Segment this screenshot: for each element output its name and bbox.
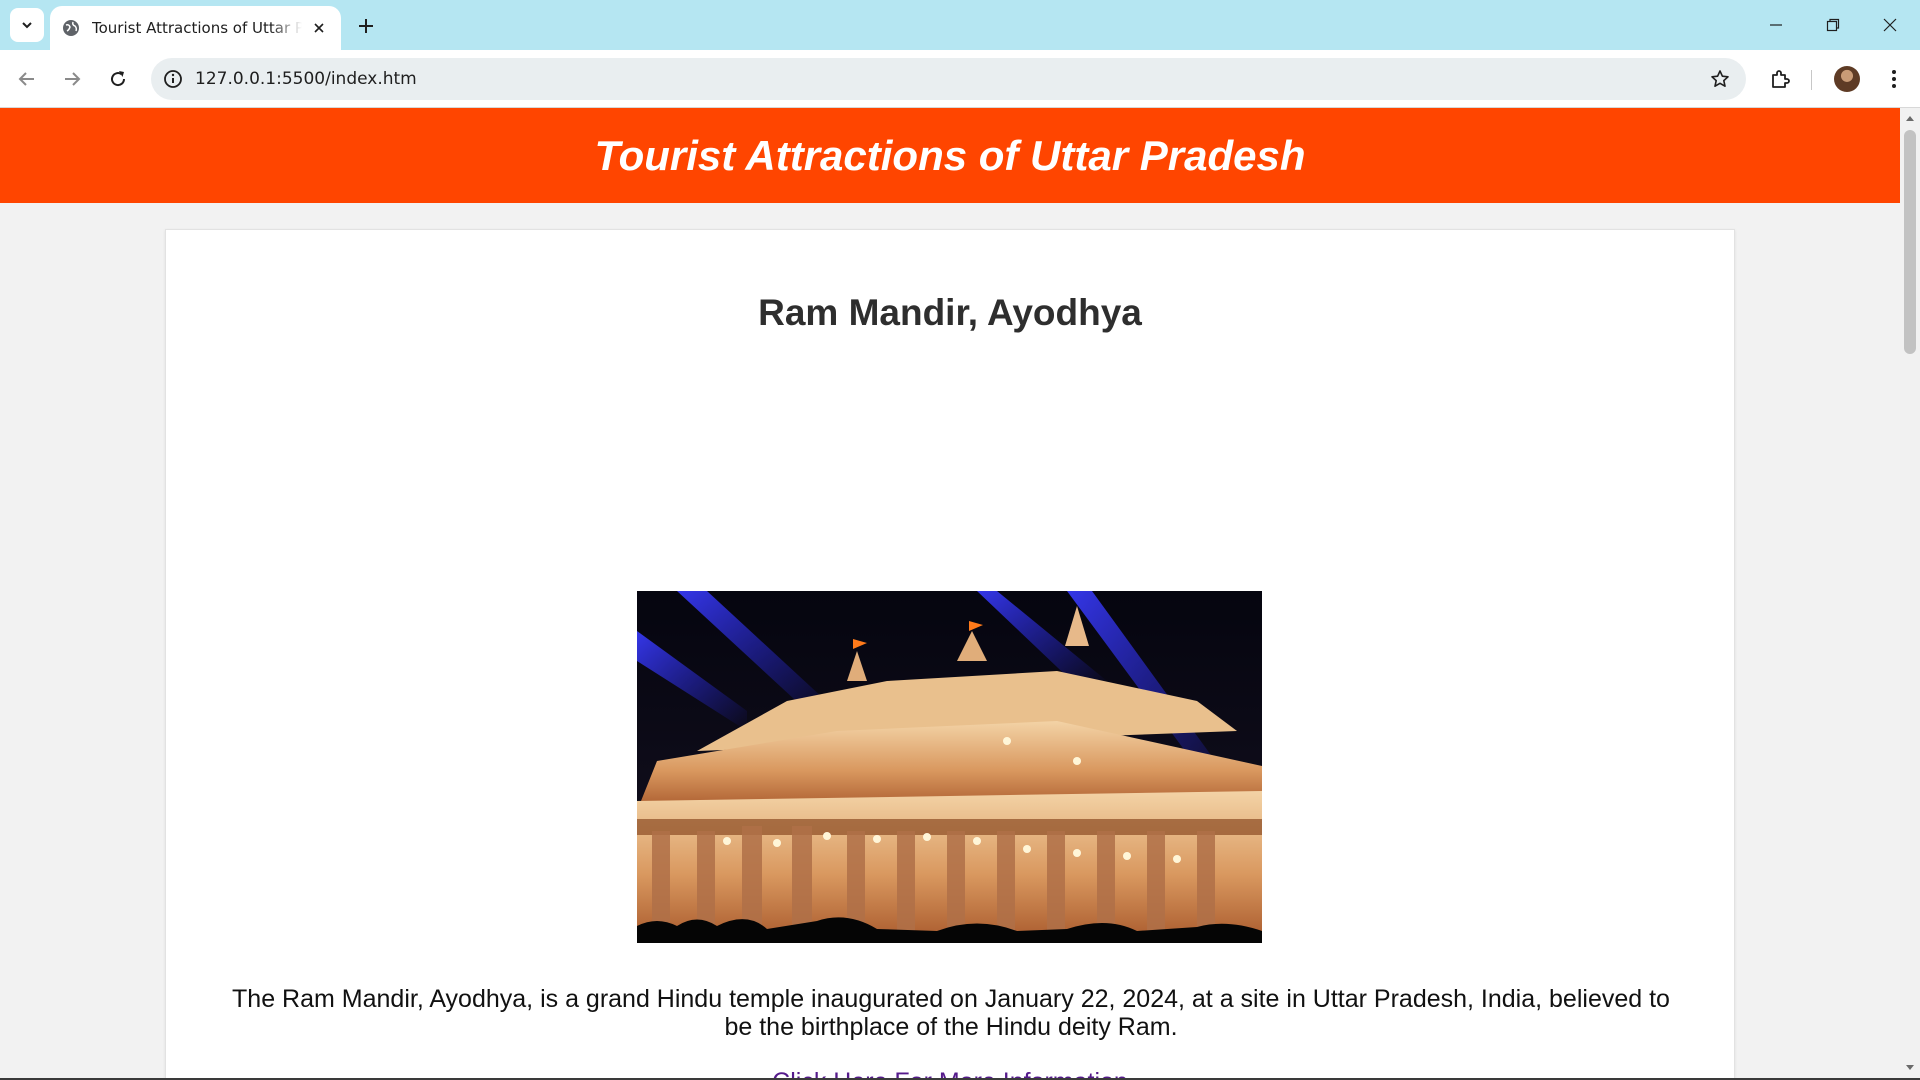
reload-icon <box>111 71 126 87</box>
address-bar[interactable]: 127.0.0.1:5500/index.htm <box>151 58 1746 100</box>
page-header: Tourist Attractions of Uttar Pradesh <box>0 108 1900 203</box>
kebab-menu-icon <box>1892 70 1896 88</box>
browser-menu-button[interactable] <box>1878 63 1910 95</box>
page-viewport: Tourist Attractions of Uttar Pradesh Ram… <box>0 108 1900 1078</box>
globe-icon <box>62 19 80 37</box>
close-icon[interactable] <box>309 18 329 38</box>
minimize-icon <box>1770 24 1782 26</box>
restore-icon <box>1826 18 1840 32</box>
restore-button[interactable] <box>1819 12 1847 38</box>
info-icon[interactable] <box>161 67 185 91</box>
attraction-description: The Ram Mandir, Ayodhya, is a grand Hind… <box>232 985 1670 1041</box>
toolbar-divider <box>1811 70 1812 90</box>
reload-button[interactable] <box>102 63 134 95</box>
extensions-button[interactable] <box>1765 63 1797 95</box>
window-close-button[interactable] <box>1876 12 1904 38</box>
attraction-title: Ram Mandir, Ayodhya <box>758 292 1142 333</box>
more-info-link[interactable]: Click Here For More Information <box>166 1068 1734 1078</box>
close-icon <box>1883 18 1897 32</box>
browser-tab[interactable]: Tourist Attractions of Uttar Pradesh <box>50 6 341 50</box>
scrollbar-thumb[interactable] <box>1904 130 1916 354</box>
avatar[interactable] <box>1834 66 1860 92</box>
page-scrollbar[interactable] <box>1900 108 1920 1078</box>
minimize-button[interactable] <box>1762 12 1790 38</box>
temple-photo <box>637 591 1262 943</box>
back-button[interactable] <box>11 63 43 95</box>
page-title: Tourist Attractions of Uttar Pradesh <box>594 131 1306 179</box>
star-icon[interactable] <box>1708 67 1732 91</box>
forward-button[interactable] <box>56 63 88 95</box>
chevron-down-icon <box>22 22 32 29</box>
browser-toolbar: 127.0.0.1:5500/index.htm <box>0 50 1920 108</box>
arrow-right-icon <box>65 72 81 86</box>
plus-icon <box>359 19 373 33</box>
arrow-left-icon <box>18 72 34 86</box>
scroll-down-arrow[interactable] <box>1900 1060 1920 1076</box>
puzzle-icon <box>1772 70 1790 88</box>
tab-search-button[interactable] <box>10 8 44 42</box>
attraction-card: Ram Mandir, Ayodhya The Ram Mandir, Ayod… <box>165 229 1735 1078</box>
tab-strip: Tourist Attractions of Uttar Pradesh <box>0 0 1920 50</box>
tab-title: Tourist Attractions of Uttar Pradesh <box>92 19 302 37</box>
url-text[interactable]: 127.0.0.1:5500/index.htm <box>195 69 417 89</box>
new-tab-button[interactable] <box>352 12 380 40</box>
scroll-up-arrow[interactable] <box>1900 110 1920 126</box>
